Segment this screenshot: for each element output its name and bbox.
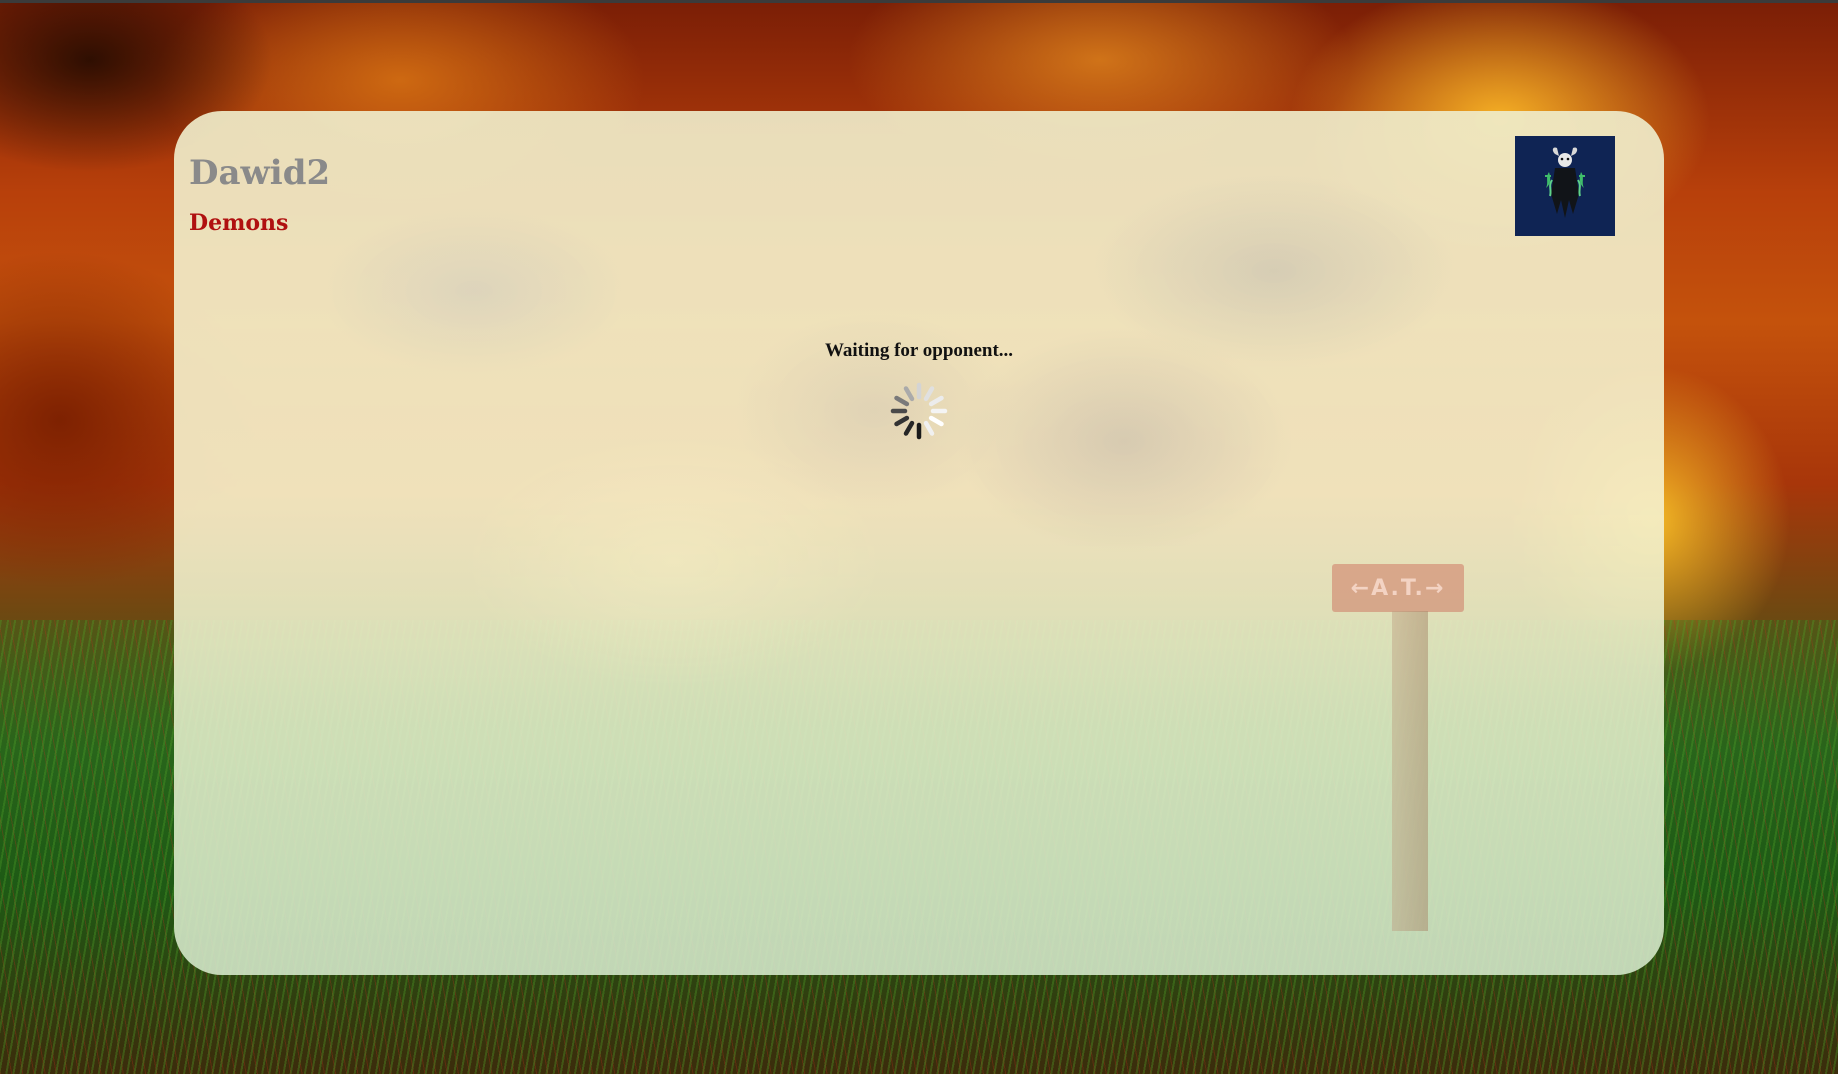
lobby-panel: ←A.T.→ Dawid2 Demons Waiting for opponen… <box>174 111 1664 975</box>
loading-spinner-icon <box>890 382 948 440</box>
player-name: Dawid2 <box>189 153 331 193</box>
player-avatar[interactable] <box>1515 136 1615 236</box>
window-top-border <box>0 0 1838 3</box>
horned-demon-icon <box>1545 147 1585 218</box>
player-faction: Demons <box>189 210 289 236</box>
waiting-message: Waiting for opponent... <box>824 340 1014 361</box>
signpost-board: ←A.T.→ <box>1332 564 1464 612</box>
signpost-pole <box>1392 611 1428 931</box>
